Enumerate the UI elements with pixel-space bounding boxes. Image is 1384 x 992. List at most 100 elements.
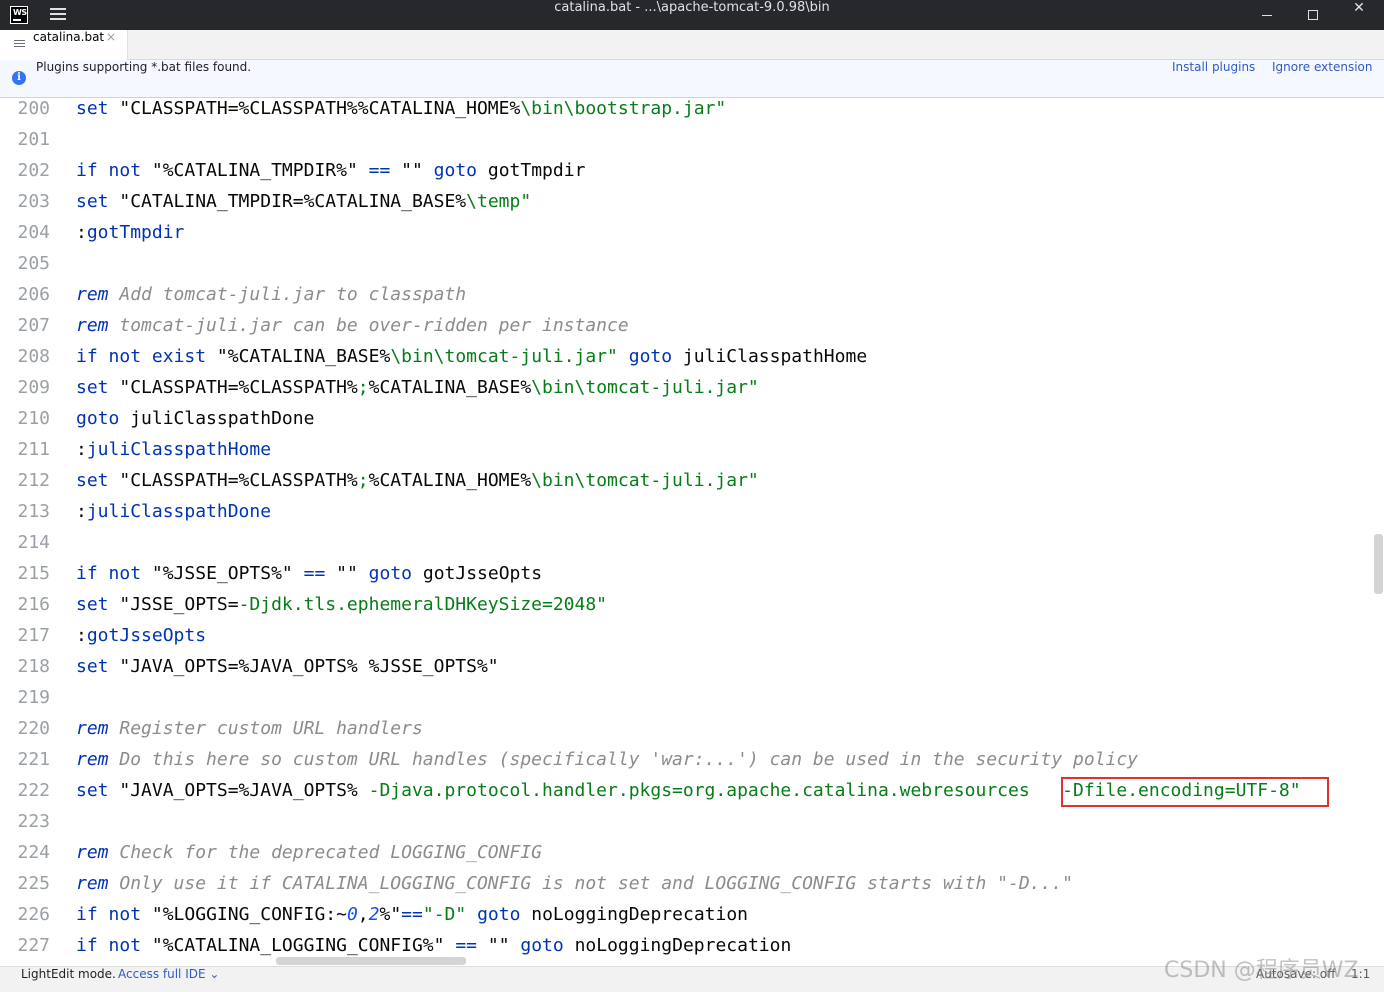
code-line[interactable]: 226 if not "%LOGGING_CONFIG:~0,2%"=="-D" … bbox=[0, 899, 1384, 930]
code-line[interactable]: 219 bbox=[0, 682, 1384, 713]
line-number[interactable]: 217 bbox=[0, 620, 50, 651]
code-token: goto bbox=[477, 904, 521, 925]
line-number[interactable]: 226 bbox=[0, 899, 50, 930]
code-token: exist bbox=[151, 346, 207, 367]
code-token: "JAVA_OPTS=%JAVA_OPTS% bbox=[108, 780, 369, 801]
ignore-extension-link[interactable]: Ignore extension bbox=[1272, 60, 1372, 74]
code-text: goto juliClasspathDone bbox=[76, 403, 314, 434]
code-token: gotJsseOpts bbox=[86, 625, 207, 646]
line-number[interactable]: 223 bbox=[0, 806, 50, 837]
code-token: goto bbox=[368, 563, 413, 584]
minimize-icon bbox=[1262, 15, 1272, 16]
line-number[interactable]: 221 bbox=[0, 744, 50, 775]
line-number[interactable]: 224 bbox=[0, 837, 50, 868]
line-number[interactable]: 209 bbox=[0, 372, 50, 403]
maximize-button[interactable] bbox=[1290, 0, 1336, 30]
banner-message: Plugins supporting *.bat files found. bbox=[36, 60, 252, 74]
code-token: "%CATALINA_BASE% bbox=[206, 346, 391, 367]
code-line[interactable]: 209 set "CLASSPATH=%CLASSPATH%;%CATALINA_… bbox=[0, 372, 1384, 403]
code-line[interactable]: 213:juliClasspathDone bbox=[0, 496, 1384, 527]
code-token: "CLASSPATH=%CLASSPATH%%CATALINA_HOME% bbox=[108, 98, 521, 119]
code-token: "CATALINA_TMPDIR=%CATALINA_BASE% bbox=[108, 191, 467, 212]
line-number[interactable]: 202 bbox=[0, 155, 50, 186]
code-token: : bbox=[76, 439, 87, 460]
code-line[interactable]: 201 bbox=[0, 124, 1384, 155]
line-number[interactable]: 220 bbox=[0, 713, 50, 744]
line-number[interactable]: 211 bbox=[0, 434, 50, 465]
line-number[interactable]: 203 bbox=[0, 186, 50, 217]
line-number[interactable]: 222 bbox=[0, 775, 50, 806]
code-line[interactable]: 218 set "JAVA_OPTS=%JAVA_OPTS% %JSSE_OPTS… bbox=[0, 651, 1384, 682]
code-line[interactable]: 215 if not "%JSSE_OPTS%" == "" goto gotJs… bbox=[0, 558, 1384, 589]
line-number[interactable]: 208 bbox=[0, 341, 50, 372]
code-line[interactable]: 202 if not "%CATALINA_TMPDIR%" == "" goto… bbox=[0, 155, 1384, 186]
line-number[interactable]: 212 bbox=[0, 465, 50, 496]
minimize-button[interactable] bbox=[1244, 0, 1290, 30]
code-token: noLoggingDeprecation bbox=[563, 935, 792, 956]
code-token: "CLASSPATH=%CLASSPATH% bbox=[108, 377, 358, 398]
line-number[interactable]: 207 bbox=[0, 310, 50, 341]
code-token: Register custom URL handlers bbox=[108, 718, 423, 739]
line-number[interactable]: 204 bbox=[0, 217, 50, 248]
code-line[interactable]: 220 rem Register custom URL handlers bbox=[0, 713, 1384, 744]
code-line[interactable]: 205 bbox=[0, 248, 1384, 279]
tab-close-icon[interactable]: × bbox=[106, 30, 116, 44]
vertical-scrollbar-thumb[interactable] bbox=[1374, 534, 1383, 594]
code-line[interactable]: 221 rem Do this here so custom URL handle… bbox=[0, 744, 1384, 775]
code-token: Only use it if CATALINA_LOGGING_CONFIG i… bbox=[108, 873, 1074, 894]
access-full-ide-link[interactable]: Access full IDE ⌄ bbox=[118, 967, 219, 981]
line-number[interactable]: 216 bbox=[0, 589, 50, 620]
code-line[interactable]: 214 bbox=[0, 527, 1384, 558]
code-token: rem bbox=[76, 315, 109, 336]
code-line[interactable]: 200 set "CLASSPATH=%CLASSPATH%%CATALINA_H… bbox=[0, 98, 1384, 124]
code-token: "JSSE_OPTS= bbox=[108, 594, 239, 615]
code-line[interactable]: 223 bbox=[0, 806, 1384, 837]
line-number[interactable]: 210 bbox=[0, 403, 50, 434]
code-line[interactable]: 224 rem Check for the deprecated LOGGING_… bbox=[0, 837, 1384, 868]
line-number[interactable]: 219 bbox=[0, 682, 50, 713]
code-token: Do this here so custom URL handles (spec… bbox=[108, 749, 1139, 770]
line-number[interactable]: 205 bbox=[0, 248, 50, 279]
code-token: noLoggingDeprecation bbox=[520, 904, 748, 925]
code-line[interactable]: 212 set "CLASSPATH=%CLASSPATH%;%CATALINA_… bbox=[0, 465, 1384, 496]
line-number[interactable]: 200 bbox=[0, 98, 50, 124]
code-line[interactable]: 225 rem Only use it if CATALINA_LOGGING_C… bbox=[0, 868, 1384, 899]
code-token: \temp" bbox=[466, 191, 532, 212]
line-number[interactable]: 225 bbox=[0, 868, 50, 899]
line-number[interactable]: 218 bbox=[0, 651, 50, 682]
line-number[interactable]: 201 bbox=[0, 124, 50, 155]
code-editor[interactable]: 200 set "CLASSPATH=%CLASSPATH%%CATALINA_H… bbox=[0, 98, 1384, 966]
horizontal-scrollbar-thumb[interactable] bbox=[276, 957, 466, 965]
code-line[interactable]: 203 set "CATALINA_TMPDIR=%CATALINA_BASE%\… bbox=[0, 186, 1384, 217]
code-line[interactable]: 207 rem tomcat-juli.jar can be over-ridde… bbox=[0, 310, 1384, 341]
code-line[interactable]: 210 goto juliClasspathDone bbox=[0, 403, 1384, 434]
code-line[interactable]: 204:gotTmpdir bbox=[0, 217, 1384, 248]
code-token: \bin\tomcat-juli.jar" bbox=[390, 346, 618, 367]
code-line[interactable]: 217 :gotJsseOpts bbox=[0, 620, 1384, 651]
code-token: juliClasspathHome bbox=[672, 346, 868, 367]
close-window-button[interactable]: ✕ bbox=[1336, 0, 1382, 30]
line-number[interactable]: 206 bbox=[0, 279, 50, 310]
tab-catalina-bat[interactable]: catalina.bat × bbox=[0, 30, 128, 60]
code-line[interactable]: 208 if not exist "%CATALINA_BASE%\bin\tom… bbox=[0, 341, 1384, 372]
line-number[interactable]: 215 bbox=[0, 558, 50, 589]
line-number[interactable]: 214 bbox=[0, 527, 50, 558]
code-token: 0 bbox=[346, 904, 358, 925]
install-plugins-link[interactable]: Install plugins bbox=[1172, 60, 1255, 74]
code-token: not bbox=[108, 563, 142, 584]
line-number[interactable]: 213 bbox=[0, 496, 50, 527]
code-token: set bbox=[76, 377, 109, 398]
plugin-notification-banner: i Plugins supporting *.bat files found. … bbox=[0, 60, 1384, 98]
code-text: :gotJsseOpts bbox=[76, 620, 206, 651]
highlight-annotation-box bbox=[1061, 777, 1329, 807]
code-line[interactable]: 206 rem Add tomcat-juli.jar to classpath bbox=[0, 279, 1384, 310]
line-number[interactable]: 227 bbox=[0, 930, 50, 961]
maximize-icon bbox=[1308, 10, 1318, 20]
code-token: rem bbox=[76, 718, 109, 739]
code-line[interactable]: 216 set "JSSE_OPTS=-Djdk.tls.ephemeralDHK… bbox=[0, 589, 1384, 620]
code-text: if not exist "%CATALINA_BASE%\bin\tomcat… bbox=[76, 341, 867, 372]
code-line[interactable]: 211:juliClasspathHome bbox=[0, 434, 1384, 465]
